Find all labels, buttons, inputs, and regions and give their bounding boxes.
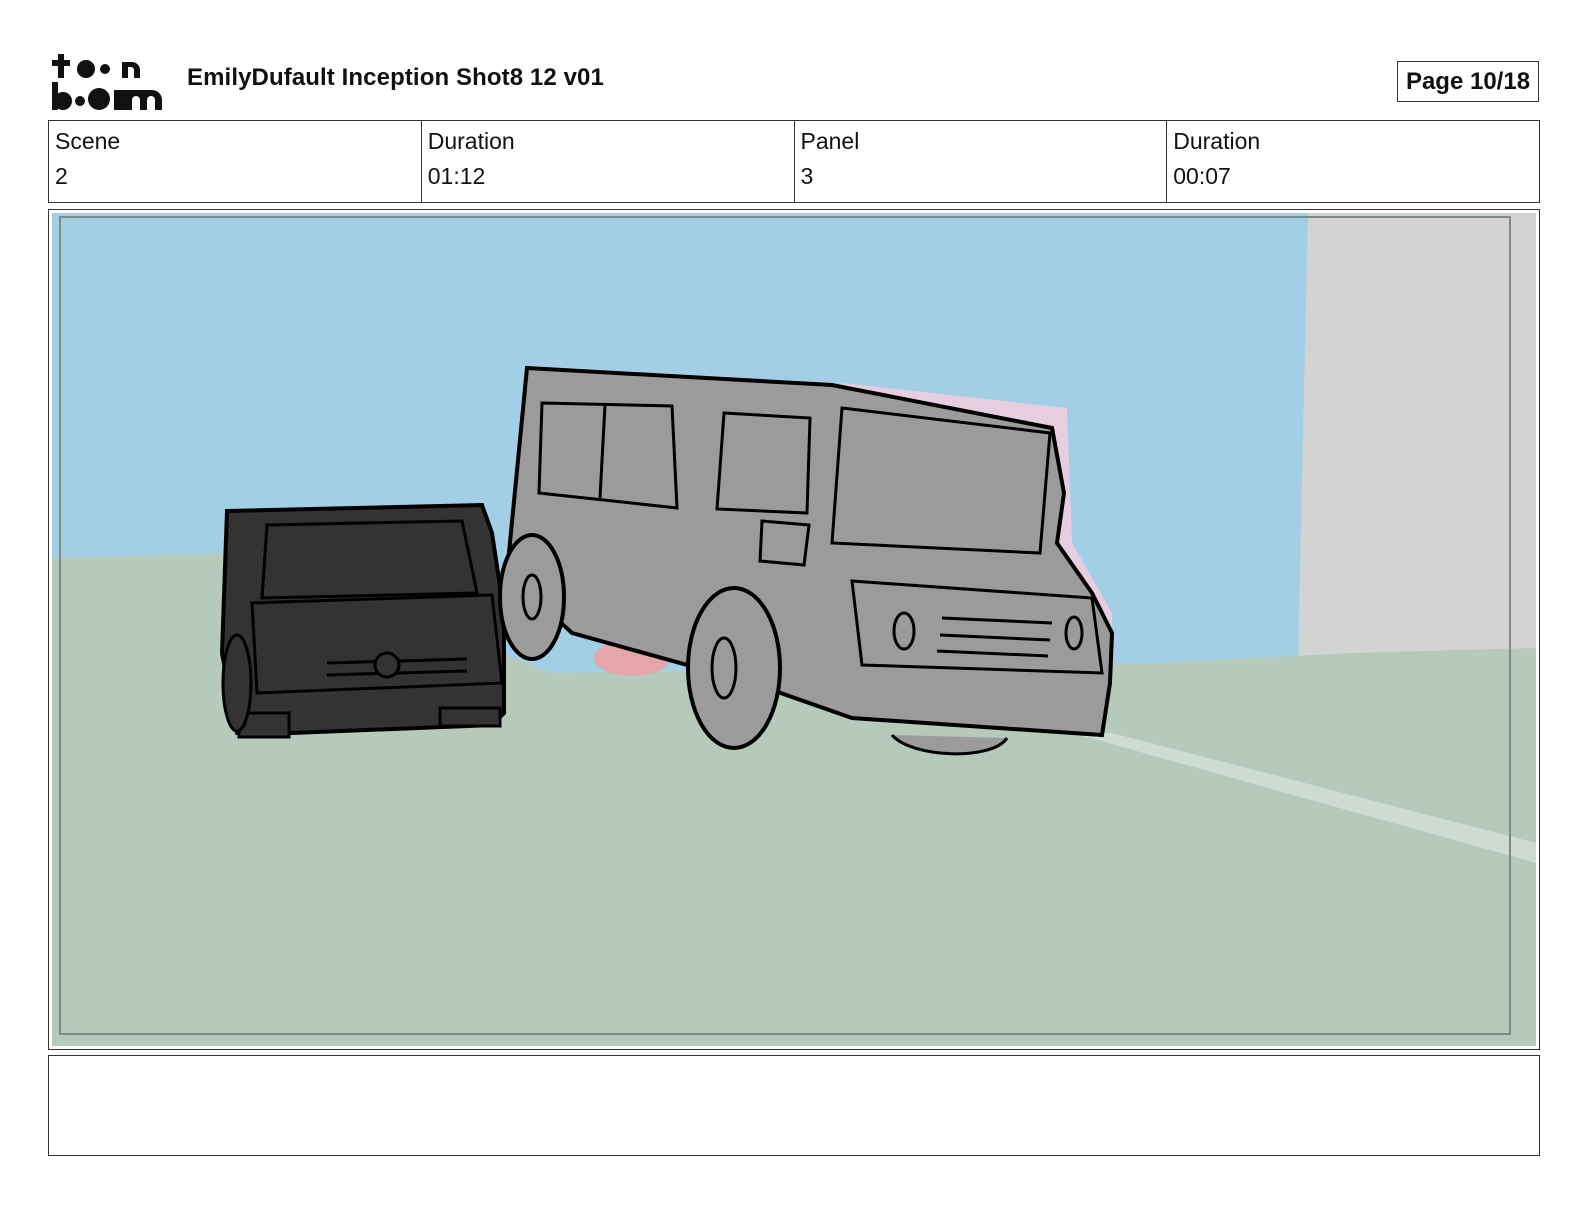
panel-duration-label: Duration — [1173, 128, 1261, 154]
scene-label: Scene — [55, 128, 121, 154]
panel-info-table: Scene 2 Duration 01:12 Panel 3 Duration … — [48, 120, 1540, 203]
scene-duration-label: Duration — [427, 128, 515, 154]
dark-vehicle — [219, 502, 506, 739]
panel-duration-cell: Duration 00:07 — [1167, 121, 1539, 202]
panel-label: Panel — [800, 128, 860, 154]
scene-cell: Scene 2 — [49, 121, 422, 202]
storyboard-panel — [48, 209, 1540, 1050]
toon-boom-logo — [52, 54, 162, 110]
panel-notes-box — [48, 1055, 1540, 1156]
panel-cell: Panel 3 — [795, 121, 1168, 202]
page-indicator: Page 10/18 — [1397, 61, 1539, 102]
wall — [1298, 213, 1536, 663]
scene-duration-value: 01:12 — [427, 163, 486, 189]
scene-duration-cell: Duration 01:12 — [422, 121, 795, 202]
document-title: EmilyDufault Inception Shot8 12 v01 — [187, 64, 604, 91]
panel-drawing — [52, 213, 1536, 1046]
scene-value: 2 — [55, 163, 68, 189]
panel-duration-value: 00:07 — [1173, 163, 1231, 189]
panel-value: 3 — [800, 163, 814, 189]
